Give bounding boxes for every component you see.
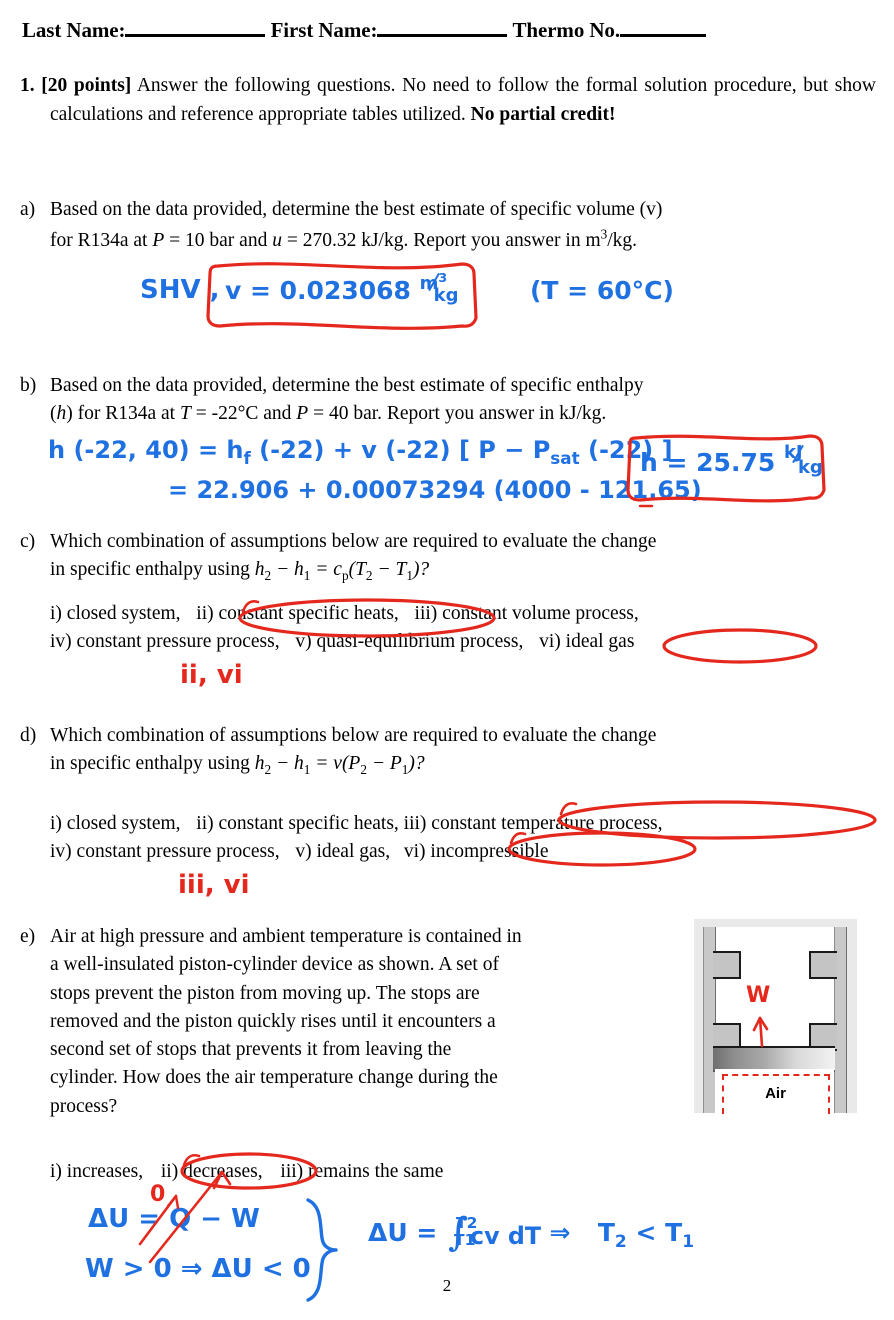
part-d-hw-answer: iii, vi [178,870,250,900]
option-c-v[interactable]: v) quasi-equilibrium process, [295,631,523,652]
part-c-options-line2: iv) constant pressure process, v) quasi-… [50,628,890,656]
part-c-label: c) [20,531,36,552]
eq3-result: T2 < T1 [597,1218,695,1252]
part-a-line1: Based on the data provided, determine th… [50,199,663,220]
upper-stop-left [713,951,741,979]
part-e-hw-zero-note: 0 [150,1182,166,1207]
eq3-lhs: ΔU = [368,1218,438,1247]
definite-integral-symbol: T2 ∫ T1 cv dT [448,1209,542,1255]
first-name-label: First Name: [270,18,378,42]
implies-arrow: ⇒ [549,1218,571,1247]
part-d: d) Which combination of assumptions belo… [20,722,878,779]
page-number: 2 [442,1276,452,1295]
part-e-line-3: stops prevent the piston from moving up.… [50,982,480,1004]
thermo-no-blank[interactable] [620,34,706,37]
last-name-label: Last Name: [22,18,126,42]
part-d-equation: h2 − h1 = v(P2 − P1)? [254,753,425,778]
work-arrow-label: W [746,983,771,1008]
option-d-iii[interactable]: iii) constant temperature process, [404,813,663,834]
question-points: [20 points] [41,75,132,96]
option-d-v[interactable]: v) ideal gas, [295,841,390,862]
part-e-line-5: second set of stops that prevents it fro… [50,1039,452,1061]
symbol-T: T [179,403,191,425]
part-d-text: Which combination of assumptions below a… [50,722,878,779]
part-d-line2: in specific enthalpy using h2 − h1 = v(P… [50,753,425,778]
part-a-answer-value: v = 0.023068 [225,276,411,305]
part-b-answer-value: h = 25.75 [640,448,776,477]
option-c-ii[interactable]: ii) constant specific heats, [196,603,399,624]
part-d-options-line1: i) closed system, ii) constant specific … [50,810,890,838]
question-stem-text: Answer the following questions. No need … [50,75,876,125]
option-e-i[interactable]: i) increases, [50,1161,143,1182]
part-e-line-6: cylinder. How does the air temperature c… [50,1067,498,1089]
part-b-hw-eq-line1: h (-22, 40) = hf (-22) + v (-22) [ P − P… [48,436,673,468]
option-e-iii[interactable]: iii) remains the same [280,1161,443,1182]
thermo-no-label: Thermo No. [512,18,621,42]
part-e-line-4: removed and the piston quickly rises unt… [50,1010,496,1032]
option-d-i[interactable]: i) closed system, [50,813,181,834]
part-a-hw-side-note: (T = 60°C) [530,276,674,305]
part-c-options: i) closed system, ii) constant specific … [50,600,890,655]
part-b-answer-units: kJ kg [783,442,823,478]
part-e-line-2: a well-insulated piston-cylinder device … [50,954,499,976]
part-b: b) Based on the data provided, determine… [20,372,878,429]
option-d-iv[interactable]: iv) constant pressure process, [50,841,280,862]
part-e-line-7: process? [50,1095,118,1117]
option-c-vi[interactable]: vi) ideal gas [539,631,634,652]
question-1-stem: 1. [20 points] Answer the following ques… [20,72,876,129]
no-partial-credit-note: No partial credit! [470,103,616,125]
option-c-iv[interactable]: iv) constant pressure process, [50,631,280,652]
part-c: c) Which combination of assumptions belo… [20,528,878,585]
part-a-line2: for R134a at P = 10 bar and u = 270.32 k… [50,226,638,251]
last-name-blank[interactable] [125,34,266,37]
option-c-i[interactable]: i) closed system, [50,603,181,624]
part-a: a) Based on the data provided, determine… [20,196,878,255]
part-d-options: i) closed system, ii) constant specific … [50,810,890,865]
upper-stop-right [809,951,837,979]
part-e-line-1: Air at high pressure and ambient tempera… [50,926,522,947]
part-e-text: Air at high pressure and ambient tempera… [50,923,690,1121]
name-header-row: Last Name: First Name: Thermo No. [22,18,880,43]
part-b-text: Based on the data provided, determine th… [50,372,878,429]
part-a-hw-note: SHV , [140,275,220,305]
part-c-options-line1: i) closed system, ii) constant specific … [50,600,890,628]
part-c-equation: h2 − h1 = cp(T2 − T1)? [254,559,430,584]
part-d-label: d) [20,725,37,746]
part-c-text: Which combination of assumptions below a… [50,528,878,585]
part-e-hw-eq1: ΔU = Q − W [88,1204,260,1234]
air-label: Air [765,1085,786,1102]
part-a-label: a) [20,199,36,220]
part-a-hw-boxed-answer: v = 0.023068 m3 kg [225,270,459,306]
part-e-hw-eq3: ΔU = T2 ∫ T1 cv dT ⇒ T2 < T1 [368,1209,695,1255]
option-e-ii[interactable]: ii) decreases, [161,1161,263,1182]
piston-cylinder-diagram: Air W [694,919,857,1114]
part-d-options-line2: iv) constant pressure process, v) ideal … [50,838,890,866]
part-b-hw-boxed-answer: h = 25.75 kJ kg [640,442,823,478]
option-d-vi[interactable]: vi) incompressible [404,841,549,862]
first-name-blank[interactable] [377,34,508,37]
symbol-u: u [272,229,282,251]
symbol-P: P [296,403,309,425]
part-b-line1: Based on the data provided, determine th… [50,375,644,396]
part-d-line1: Which combination of assumptions below a… [50,725,657,746]
part-b-hw-eq-line2: = 22.906 + 0.00073294 (4000 - 121.65) [168,476,702,504]
part-b-line2: (h) for R134a at T = -22°C and P = 40 ba… [50,403,607,425]
part-c-line1: Which combination of assumptions below a… [50,531,657,552]
q-term-struck: Q [169,1204,192,1234]
question-number: 1. [20,75,35,96]
part-a-text: Based on the data provided, determine th… [50,196,878,255]
part-e-label: e) [20,926,36,947]
option-d-ii[interactable]: ii) constant specific heats, [196,813,399,834]
symbol-h: h [56,403,67,425]
part-c-line2: in specific enthalpy using h2 − h1 = cp(… [50,559,430,584]
option-c-iii[interactable]: iii) constant volume process, [415,603,639,624]
integrand: cv dT [470,1221,542,1250]
symbol-P: P [152,229,165,251]
part-e: e) Air at high pressure and ambient temp… [20,923,690,1121]
part-c-hw-answer: ii, vi [180,660,243,690]
part-a-answer-units: m3 kg [419,270,459,306]
part-b-label: b) [20,375,37,396]
